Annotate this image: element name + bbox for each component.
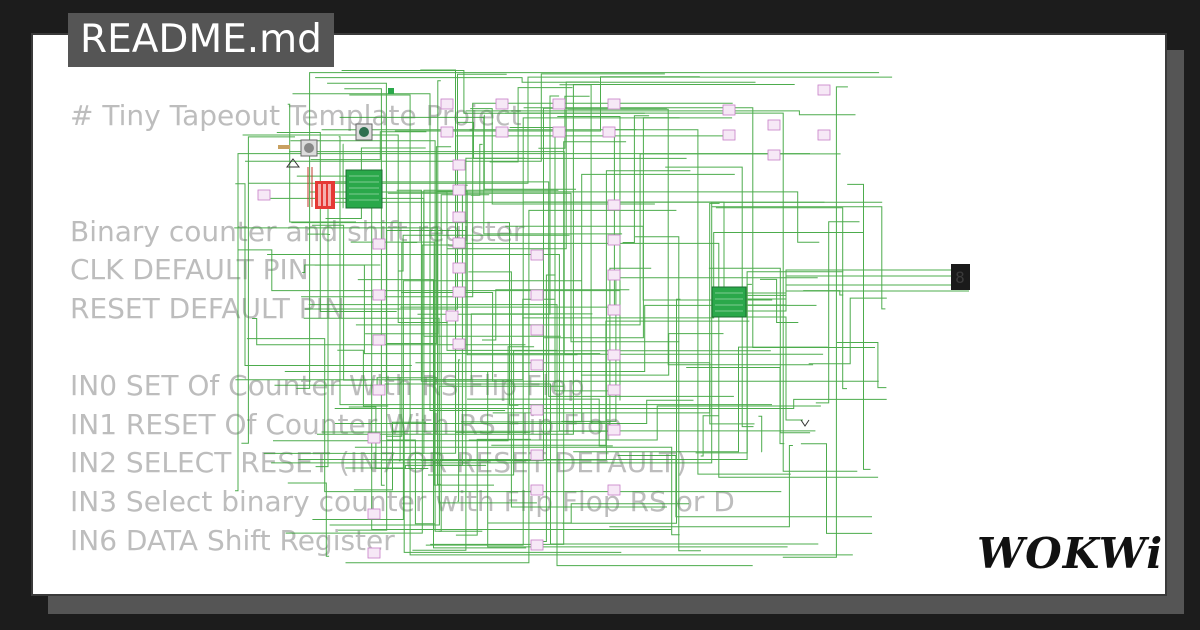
wire xyxy=(483,114,576,190)
wire xyxy=(609,445,793,528)
led xyxy=(388,88,394,94)
flip-flop-gate[interactable] xyxy=(607,349,621,361)
flip-flop-gate[interactable] xyxy=(530,289,544,301)
wire xyxy=(617,455,872,518)
flip-flop-gate[interactable] xyxy=(440,126,454,138)
flip-flop-gate[interactable] xyxy=(367,547,381,559)
wire xyxy=(321,431,622,553)
wire xyxy=(263,189,559,454)
flip-flop-gate[interactable] xyxy=(440,98,454,110)
wire xyxy=(315,77,756,83)
flip-flop-gate[interactable] xyxy=(767,149,781,161)
flip-flop-gate[interactable] xyxy=(722,129,736,141)
wire xyxy=(396,189,879,382)
wire xyxy=(567,108,814,366)
flip-flop-gate[interactable] xyxy=(530,449,544,461)
wire xyxy=(302,264,381,273)
wire xyxy=(758,415,763,453)
flip-flop-gate[interactable] xyxy=(607,384,621,396)
wire xyxy=(237,249,620,292)
wire xyxy=(417,95,560,315)
wire xyxy=(270,197,561,337)
flip-flop-gate[interactable] xyxy=(767,119,781,131)
flip-flop-gate[interactable] xyxy=(607,484,621,496)
wire xyxy=(398,377,402,462)
flip-flop-gate[interactable] xyxy=(530,249,544,261)
wire xyxy=(386,242,418,437)
wire xyxy=(381,170,691,461)
push-button-clk[interactable] xyxy=(300,139,318,157)
wire xyxy=(622,115,650,243)
flip-flop-gate[interactable] xyxy=(367,432,381,444)
flip-flop-gate[interactable] xyxy=(372,238,386,250)
flip-flop-gate[interactable] xyxy=(607,269,621,281)
flip-flop-gate[interactable] xyxy=(452,338,466,350)
flip-flop-gate[interactable] xyxy=(367,508,381,520)
flip-flop-gate[interactable] xyxy=(552,126,566,138)
wire xyxy=(455,438,531,536)
flip-flop-gate[interactable] xyxy=(372,334,386,346)
flip-flop-gate[interactable] xyxy=(452,184,466,196)
flip-flop-gate[interactable] xyxy=(372,289,386,301)
wire xyxy=(815,221,860,404)
flip-flop-gate[interactable] xyxy=(530,324,544,336)
wokwi-logo: WOKWi xyxy=(977,529,1164,578)
flip-flop-gate[interactable] xyxy=(530,359,544,371)
seven-segment-display[interactable]: 8 xyxy=(951,264,970,290)
dip-switch[interactable] xyxy=(307,167,335,209)
flip-flop-gate[interactable] xyxy=(452,211,466,223)
chip-decoder[interactable] xyxy=(711,286,747,318)
wire xyxy=(357,279,527,549)
wire-layer xyxy=(234,69,969,567)
flip-flop-gate[interactable] xyxy=(607,199,621,211)
wire xyxy=(509,127,616,392)
flip-flop-gate[interactable] xyxy=(452,262,466,274)
chip-controller[interactable] xyxy=(345,169,383,209)
flip-flop-gate[interactable] xyxy=(452,159,466,171)
wire xyxy=(387,192,680,343)
wire xyxy=(252,318,526,346)
flip-flop-gate[interactable] xyxy=(452,286,466,298)
flip-flop-gate[interactable] xyxy=(445,310,459,322)
flip-flop-gate[interactable] xyxy=(530,484,544,496)
push-button-reset[interactable] xyxy=(355,123,373,141)
wire xyxy=(460,173,735,423)
wire xyxy=(760,278,799,323)
preview-card: # Tiny Tapeout Template Project Binary c… xyxy=(31,33,1167,596)
flip-flop-gate[interactable] xyxy=(607,304,621,316)
svg-text:8: 8 xyxy=(955,268,965,287)
circuit-diagram[interactable]: 8 xyxy=(33,35,1167,596)
flip-flop-gate[interactable] xyxy=(817,84,831,96)
ground-icon xyxy=(286,158,300,168)
wire xyxy=(386,439,435,525)
flip-flop-gate[interactable] xyxy=(722,104,736,116)
flip-flop-gate[interactable] xyxy=(530,404,544,416)
file-tab[interactable]: README.md xyxy=(68,13,334,67)
flip-flop-gate[interactable] xyxy=(607,98,621,110)
wire xyxy=(401,292,512,382)
ground-icon xyxy=(800,419,810,427)
wire xyxy=(465,242,879,478)
flip-flop-gate[interactable] xyxy=(817,129,831,141)
flip-flop-gate[interactable] xyxy=(607,234,621,246)
flip-flop-gate[interactable] xyxy=(257,189,271,201)
wire xyxy=(482,289,630,341)
flip-flop-gate[interactable] xyxy=(495,126,509,138)
flip-flop-gate[interactable] xyxy=(452,237,466,249)
wire xyxy=(334,398,887,409)
wire xyxy=(309,191,557,351)
flip-flop-gate[interactable] xyxy=(607,424,621,436)
flip-flop-gate[interactable] xyxy=(495,98,509,110)
resistor xyxy=(278,145,290,149)
wire xyxy=(334,399,694,424)
wire xyxy=(523,107,875,348)
flip-flop-gate[interactable] xyxy=(552,98,566,110)
flip-flop-gate[interactable] xyxy=(530,539,544,551)
wire xyxy=(562,298,681,524)
wire xyxy=(242,134,448,323)
flip-flop-gate[interactable] xyxy=(602,126,616,138)
flip-flop-gate[interactable] xyxy=(372,384,386,396)
display-wire xyxy=(746,290,969,312)
